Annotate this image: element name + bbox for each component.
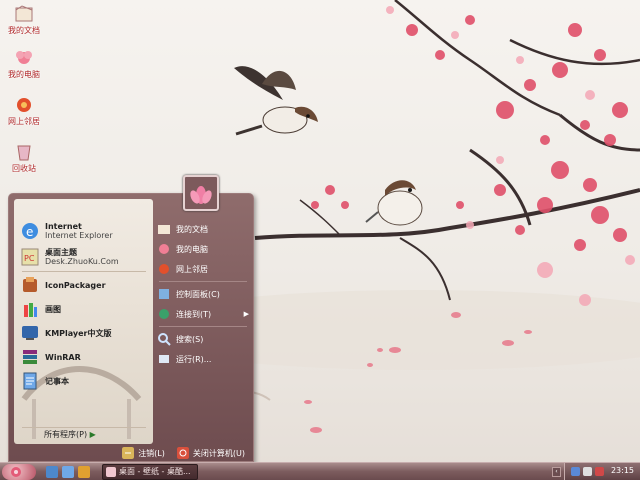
window-icon (106, 467, 116, 477)
program-desktop-theme[interactable]: PC 桌面主题 Desk.ZhuoKu.Com (20, 245, 119, 269)
iconpackager-icon (23, 277, 37, 292)
start-menu-programs-pane: e Internet Internet Explorer PC 桌面主题 Des… (14, 199, 153, 444)
start-flower-icon (11, 467, 21, 477)
quicklaunch-ie-icon[interactable] (46, 466, 58, 478)
shutdown-button[interactable]: 关闭计算机(U) (176, 447, 245, 459)
logoff-icon (122, 447, 135, 459)
system-tray: 23:15 (564, 463, 640, 480)
place-label: 搜索(S) (176, 334, 204, 344)
desktop-icon-label: 我的文档 (8, 26, 40, 35)
task-title: 桌面 - 壁纸 - 桌酷... (119, 467, 191, 476)
program-title: KMPlayer中文版 (45, 328, 112, 338)
program-internet[interactable]: e Internet Internet Explorer (20, 219, 113, 243)
taskbar-window-button[interactable]: 桌面 - 壁纸 - 桌酷... (102, 464, 198, 480)
desktop-icon-network-places[interactable]: 网上邻居 (4, 95, 44, 127)
quicklaunch-desktop-icon[interactable] (62, 466, 74, 478)
paint-icon (24, 303, 37, 317)
all-programs-label: 所有程序(P) (44, 430, 88, 439)
place-my-computer[interactable]: 我的电脑 (153, 239, 253, 259)
desktop-icon-label: 我的电脑 (8, 70, 40, 79)
shutdown-label: 关闭计算机(U) (192, 448, 245, 458)
run-icon (159, 355, 169, 363)
program-title: 画图 (45, 304, 61, 314)
desktop-theme-icon: PC (21, 248, 39, 266)
submenu-arrow-icon: ▶ (243, 310, 249, 318)
internet-explorer-icon: e (22, 223, 38, 239)
program-kmplayer[interactable]: KMPlayer中文版 (20, 321, 112, 345)
menu-separator (159, 281, 247, 282)
program-notepad[interactable]: 记事本 (20, 369, 69, 393)
place-network[interactable]: 网上邻居 (153, 259, 253, 279)
desktop-icon-recycle-bin[interactable]: 回收站 (4, 142, 44, 174)
network-places-icon (159, 264, 169, 274)
place-label: 我的电脑 (176, 244, 208, 254)
start-menu-places-pane: 我的文档 我的电脑 网上邻居 控制面板(C) 连接到(T) ▶ 搜索(S) 运行… (153, 219, 253, 369)
connect-to-icon (159, 309, 169, 319)
tray-expand-icon: ‹ (555, 468, 558, 475)
desktop-icon-label: 回收站 (12, 164, 36, 173)
tray-expand-button[interactable]: ‹ (552, 467, 561, 477)
place-search[interactable]: 搜索(S) (153, 329, 253, 349)
program-title: IconPackager (45, 280, 106, 290)
quicklaunch-media-icon[interactable] (78, 466, 90, 478)
desktop-icon-label: 网上邻居 (8, 117, 40, 126)
program-paint[interactable]: 画图 (20, 297, 61, 321)
logoff-button[interactable]: 注销(L) (122, 447, 165, 459)
logoff-label: 注销(L) (138, 448, 165, 458)
kmplayer-icon (22, 326, 38, 340)
all-programs-button[interactable]: 所有程序(P) ▶ (22, 428, 150, 442)
taskbar: 桌面 - 壁纸 - 桌酷... ‹ 23:15 (0, 462, 640, 480)
power-icon (176, 447, 189, 459)
place-run[interactable]: 运行(R)... (153, 349, 253, 369)
user-avatar[interactable] (183, 175, 219, 211)
program-title: WinRAR (45, 352, 81, 362)
place-connect-to[interactable]: 连接到(T) ▶ (153, 304, 253, 324)
menu-separator (159, 326, 247, 327)
start-menu: e Internet Internet Explorer PC 桌面主题 Des… (8, 193, 254, 462)
volume-tray-icon[interactable] (583, 467, 592, 476)
program-iconpackager[interactable]: IconPackager (20, 273, 106, 297)
search-icon (158, 333, 171, 346)
my-documents-icon (158, 225, 170, 234)
lotus-icon (190, 186, 212, 204)
place-control-panel[interactable]: 控制面板(C) (153, 284, 253, 304)
svg-text:e: e (26, 225, 33, 239)
sparrow-perched (365, 180, 423, 226)
svg-text:PC: PC (24, 254, 35, 263)
control-panel-icon (159, 289, 169, 299)
program-title: 记事本 (45, 376, 69, 386)
place-label: 连接到(T) (176, 309, 212, 319)
place-label: 运行(R)... (176, 354, 212, 364)
program-winrar[interactable]: WinRAR (20, 345, 81, 369)
menu-separator (22, 271, 146, 272)
chevron-right-icon: ▶ (89, 430, 96, 439)
desktop-icon-my-computer[interactable]: 我的电脑 (4, 48, 44, 80)
program-title: 桌面主题 (45, 248, 77, 257)
sparrow-flying (234, 66, 318, 136)
notepad-icon (23, 372, 37, 390)
desktop-icon-my-documents[interactable]: 我的文档 (4, 4, 44, 36)
network-tray-icon[interactable] (571, 467, 580, 476)
network-places-icon (17, 98, 31, 112)
my-computer-icon (159, 244, 169, 254)
place-my-documents[interactable]: 我的文档 (153, 219, 253, 239)
place-label: 控制面板(C) (176, 289, 220, 299)
place-label: 我的文档 (176, 224, 208, 234)
program-title: Internet (45, 222, 82, 231)
security-tray-icon[interactable] (595, 467, 604, 476)
winrar-icon (23, 350, 37, 364)
place-label: 网上邻居 (176, 264, 208, 274)
program-subtitle: Internet Explorer (45, 231, 113, 240)
my-computer-icon (16, 51, 32, 64)
recycle-bin-icon (17, 145, 31, 161)
my-documents-icon (15, 5, 33, 22)
clock[interactable]: 23:15 (611, 466, 634, 475)
program-subtitle: Desk.ZhuoKu.Com (45, 257, 119, 266)
start-menu-footer: 注销(L) 关闭计算机(U) (9, 445, 253, 461)
start-button[interactable] (2, 464, 36, 480)
